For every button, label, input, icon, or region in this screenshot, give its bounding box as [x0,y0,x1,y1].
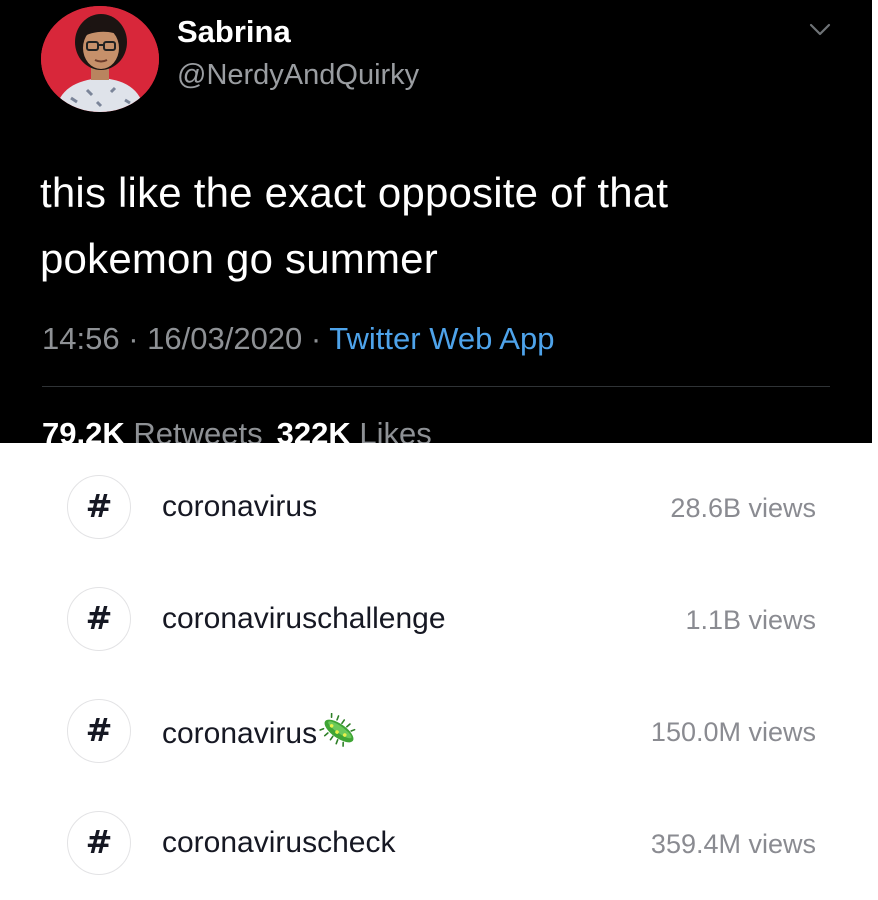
hashtag-icon: # [67,811,131,875]
tweet-card: Sabrina @NerdyAndQuirky this like the ex… [0,0,872,443]
hashtag-icon: # [67,475,131,539]
meta-separator: · [119,321,148,356]
hashtag-row-coronaviruscheck[interactable]: # coronaviruscheck 359.4M views [0,798,878,888]
hashtag-name: coronavirus [162,490,318,523]
likes-label: Likes [359,416,432,443]
hashtag-name: coronavirus [162,717,318,750]
microbe-icon [319,713,356,747]
hashtag-views: 28.6B views [670,493,816,523]
tweet-text: this like the exact opposite of that pok… [40,160,840,292]
hashtag-views: 359.4M views [650,829,816,859]
author-name[interactable]: Sabrina [177,14,291,50]
retweets-count: 79.2K [42,416,125,443]
meta-separator: · [302,321,330,356]
tweet-stats: 79.2K Retweets 322K Likes [42,415,432,443]
tweet-date: 16/03/2020 [147,321,303,356]
hashtag-name: coronaviruscheck [162,826,396,859]
divider [42,386,830,387]
likes-stat[interactable]: 322K Likes [277,416,432,443]
likes-count: 322K [276,416,351,443]
hashtag-row-coronavirus-microbe[interactable]: # coronavirus 150.0M views [0,686,878,776]
hashtag-row-coronaviruschallenge[interactable]: # coronaviruschallenge 1.1B views [0,574,878,664]
avatar[interactable] [41,6,159,112]
tweet-text-line: pokemon go summer [40,235,438,282]
retweets-label: Retweets [133,416,263,443]
hashtag-name-with-emoji: coronavirus [162,713,359,752]
hashtag-name: coronaviruschallenge [162,602,446,635]
author-handle[interactable]: @NerdyAndQuirky [177,58,419,92]
hashtag-views: 1.1B views [685,605,816,635]
tweet-text-line: this like the exact opposite of that [40,169,669,216]
retweets-stat[interactable]: 79.2K Retweets [42,416,263,443]
hashtag-views: 150.0M views [650,717,816,747]
hashtag-icon: # [67,587,131,651]
source-app-link[interactable]: Twitter Web App [329,321,554,356]
tweet-time: 14:56 [42,321,120,356]
hashtag-icon: # [67,699,131,763]
hashtag-row-coronavirus[interactable]: # coronavirus 28.6B views [0,462,878,552]
tweet-meta: 14:56 · 16/03/2020 · Twitter Web App [42,320,554,358]
chevron-down-icon[interactable] [808,22,832,38]
